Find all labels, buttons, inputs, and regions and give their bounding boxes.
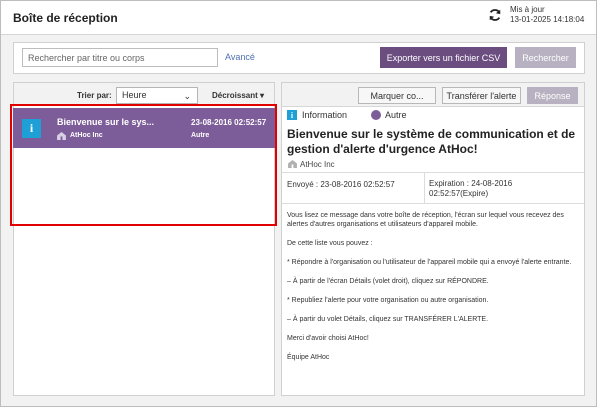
message-detail-panel: Marquer co... Transférer l'alerte Répons… xyxy=(281,82,585,396)
last-updated-time: 13-01-2025 14:18:04 xyxy=(510,15,585,24)
body-paragraph: – À partir du volet Détails, cliquez sur… xyxy=(287,316,489,323)
body-paragraph: De cette liste vous pouvez : xyxy=(287,240,373,247)
message-body: Vous lisez ce message dans votre boîte d… xyxy=(287,211,579,372)
body-paragraph: * Republiez l'alerte pour votre organisa… xyxy=(287,297,489,304)
info-icon: i xyxy=(287,110,297,120)
sent-time: Envoyé : 23-08-2016 02:52:57 xyxy=(287,180,395,189)
export-csv-button[interactable]: Exporter vers un fichier CSV xyxy=(380,47,507,68)
divider xyxy=(282,172,584,173)
body-paragraph: – À partir de l'écran Détails (volet dro… xyxy=(287,278,489,285)
sort-selected-value: Heure xyxy=(122,90,147,100)
legend-other-label: Autre xyxy=(385,110,407,120)
divider xyxy=(424,173,425,203)
detail-sender: AtHoc Inc xyxy=(300,160,335,169)
search-input[interactable] xyxy=(22,48,218,67)
body-paragraph: Merci d'avoir choisi AtHoc! xyxy=(287,335,369,342)
inbox-window: Boîte de réception Mis à jour 13-01-2025… xyxy=(0,0,597,407)
body-paragraph: Vous lisez ce message dans votre boîte d… xyxy=(287,212,564,228)
sort-order-toggle[interactable]: Décroissant ▾ xyxy=(212,91,264,100)
search-bar: Avancé Exporter vers un fichier CSV Rech… xyxy=(13,42,585,74)
forward-alert-button[interactable]: Transférer l'alerte xyxy=(442,87,521,104)
expiry-time: Expiration : 24-08-2016 02:52:57(Expire) xyxy=(429,179,513,198)
search-button[interactable]: Rechercher xyxy=(515,47,576,68)
page-header: Boîte de réception Mis à jour 13-01-2025… xyxy=(1,1,596,35)
other-type-icon xyxy=(371,110,381,120)
sort-select[interactable]: Heure ⌄ xyxy=(116,87,198,104)
divider xyxy=(282,203,584,204)
last-updated: Mis à jour 13-01-2025 14:18:04 xyxy=(510,5,584,25)
sort-label: Trier par: xyxy=(77,91,112,100)
sort-bar: Trier par: Heure ⌄ Décroissant ▾ xyxy=(14,83,274,106)
mark-as-button[interactable]: Marquer co... xyxy=(358,87,436,104)
chevron-down-icon: ⌄ xyxy=(183,91,191,101)
last-updated-label: Mis à jour xyxy=(510,5,545,14)
highlight-box xyxy=(10,104,277,226)
page-title: Boîte de réception xyxy=(13,11,118,25)
reply-button[interactable]: Réponse xyxy=(527,87,578,104)
organization-icon xyxy=(288,160,297,168)
detail-title: Bienvenue sur le système de communicatio… xyxy=(287,127,576,156)
detail-toolbar: Marquer co... Transférer l'alerte Répons… xyxy=(282,83,584,107)
body-paragraph: Équipe AtHoc xyxy=(287,354,330,361)
body-paragraph: * Répondre à l'organisation ou l'utilisa… xyxy=(287,259,572,266)
advanced-search-link[interactable]: Avancé xyxy=(225,52,255,62)
refresh-icon[interactable] xyxy=(488,8,502,22)
legend-info-label: Information xyxy=(302,110,348,120)
